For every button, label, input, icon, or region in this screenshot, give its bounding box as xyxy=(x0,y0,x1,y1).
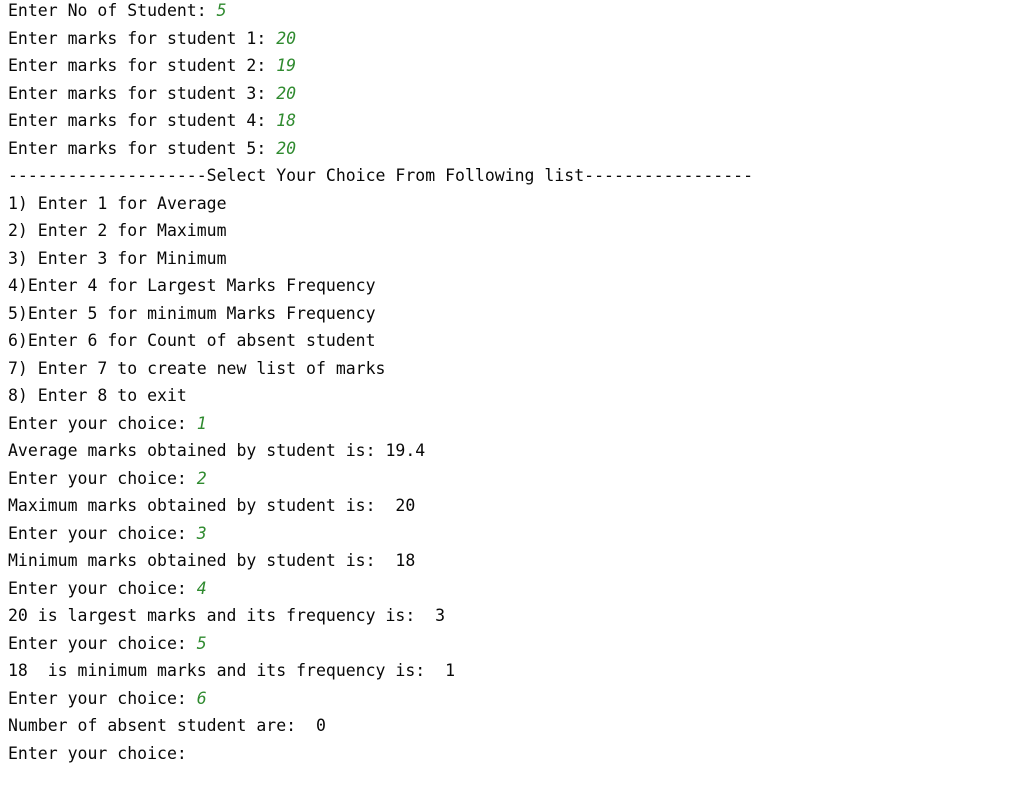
menu-header-divider: --------------------Select Your Choice F… xyxy=(8,162,1018,190)
result-text: Minimum marks obtained by student is: 18 xyxy=(8,551,416,570)
user-input-text: 3 xyxy=(196,523,207,543)
console-line-choice: Enter your choice: 6 xyxy=(8,685,1018,713)
console-line-choice: Enter your choice: 2 xyxy=(8,465,1018,493)
console-output[interactable]: Enter No of Student: 5 Enter marks for s… xyxy=(8,0,1018,767)
user-input-text: 1 xyxy=(196,413,207,433)
console-line-result-minimum-frequency: 18 is minimum marks and its frequency is… xyxy=(8,657,1018,685)
user-input-text: 20 xyxy=(276,28,297,48)
result-text: Maximum marks obtained by student is: 20 xyxy=(8,496,416,515)
user-input-text: 18 xyxy=(276,111,297,130)
prompt-text: Enter your choice: xyxy=(8,633,197,653)
prompt-text: Enter marks for student 5: xyxy=(8,138,277,158)
menu-option-largest-frequency: 4)Enter 4 for Largest Marks Frequency xyxy=(8,272,1018,300)
menu-option-exit: 8) Enter 8 to exit xyxy=(8,382,1018,410)
menu-option-text: 8) Enter 8 to exit xyxy=(8,386,187,405)
console-line-marks-5: Enter marks for student 5: 20 xyxy=(8,135,1018,163)
prompt-text: Enter No of Student: xyxy=(8,1,217,20)
prompt-text: Enter marks for student 3: xyxy=(8,83,277,103)
user-input-text: 20 xyxy=(276,138,297,158)
console-line-result-average: Average marks obtained by student is: 19… xyxy=(8,437,1018,465)
console-line-active-prompt[interactable]: Enter your choice: xyxy=(8,740,1018,768)
prompt-text: Enter marks for student 4: xyxy=(8,111,277,130)
console-line-student-count: Enter No of Student: 5 xyxy=(8,0,1018,25)
result-text: Average marks obtained by student is: 19… xyxy=(8,441,426,460)
console-line-choice: Enter your choice: 1 xyxy=(8,410,1018,438)
console-line-marks-4: Enter marks for student 4: 18 xyxy=(8,107,1018,135)
menu-header-text: --------------------Select Your Choice F… xyxy=(8,166,754,185)
prompt-text: Enter your choice: xyxy=(8,688,197,708)
menu-option-text: 5)Enter 5 for minimum Marks Frequency xyxy=(8,303,376,323)
menu-option-minimum: 3) Enter 3 for Minimum xyxy=(8,245,1018,273)
prompt-text: Enter your choice: xyxy=(8,523,197,543)
menu-option-minimum-frequency: 5)Enter 5 for minimum Marks Frequency xyxy=(8,300,1018,328)
menu-option-new-list: 7) Enter 7 to create new list of marks xyxy=(8,355,1018,383)
menu-option-text: 1) Enter 1 for Average xyxy=(8,193,227,213)
menu-option-text: 6)Enter 6 for Count of absent student xyxy=(8,331,376,350)
user-input-text: 4 xyxy=(196,578,207,598)
user-input-text: 19 xyxy=(276,56,297,75)
console-line-choice: Enter your choice: 5 xyxy=(8,630,1018,658)
console-line-result-maximum: Maximum marks obtained by student is: 20 xyxy=(8,492,1018,520)
menu-option-average: 1) Enter 1 for Average xyxy=(8,190,1018,218)
result-text: 18 is minimum marks and its frequency is… xyxy=(8,661,456,680)
user-input-text: 5 xyxy=(196,633,207,653)
prompt-text: Enter your choice: xyxy=(8,413,197,433)
menu-option-text: 7) Enter 7 to create new list of marks xyxy=(8,358,386,378)
console-line-marks-2: Enter marks for student 2: 19 xyxy=(8,52,1018,80)
user-input-text: 5 xyxy=(216,1,227,20)
user-input-text: 2 xyxy=(196,468,207,488)
result-text: 20 is largest marks and its frequency is… xyxy=(8,606,446,625)
menu-option-absent-count: 6)Enter 6 for Count of absent student xyxy=(8,327,1018,355)
prompt-text: Enter your choice: xyxy=(8,743,197,763)
console-line-marks-1: Enter marks for student 1: 20 xyxy=(8,25,1018,53)
console-line-marks-3: Enter marks for student 3: 20 xyxy=(8,80,1018,108)
menu-option-maximum: 2) Enter 2 for Maximum xyxy=(8,217,1018,245)
menu-option-text: 3) Enter 3 for Minimum xyxy=(8,248,227,268)
console-line-result-minimum: Minimum marks obtained by student is: 18 xyxy=(8,547,1018,575)
result-text: Number of absent student are: 0 xyxy=(8,716,326,735)
menu-option-text: 2) Enter 2 for Maximum xyxy=(8,221,227,240)
prompt-text: Enter marks for student 1: xyxy=(8,28,277,48)
prompt-text: Enter your choice: xyxy=(8,468,197,488)
console-line-choice: Enter your choice: 4 xyxy=(8,575,1018,603)
user-input-text: 20 xyxy=(276,83,297,103)
console-line-result-absent-count: Number of absent student are: 0 xyxy=(8,712,1018,740)
console-line-result-largest-frequency: 20 is largest marks and its frequency is… xyxy=(8,602,1018,630)
menu-option-text: 4)Enter 4 for Largest Marks Frequency xyxy=(8,276,376,295)
prompt-text: Enter marks for student 2: xyxy=(8,56,277,75)
console-line-choice: Enter your choice: 3 xyxy=(8,520,1018,548)
user-input-text: 6 xyxy=(196,688,207,708)
prompt-text: Enter your choice: xyxy=(8,578,197,598)
